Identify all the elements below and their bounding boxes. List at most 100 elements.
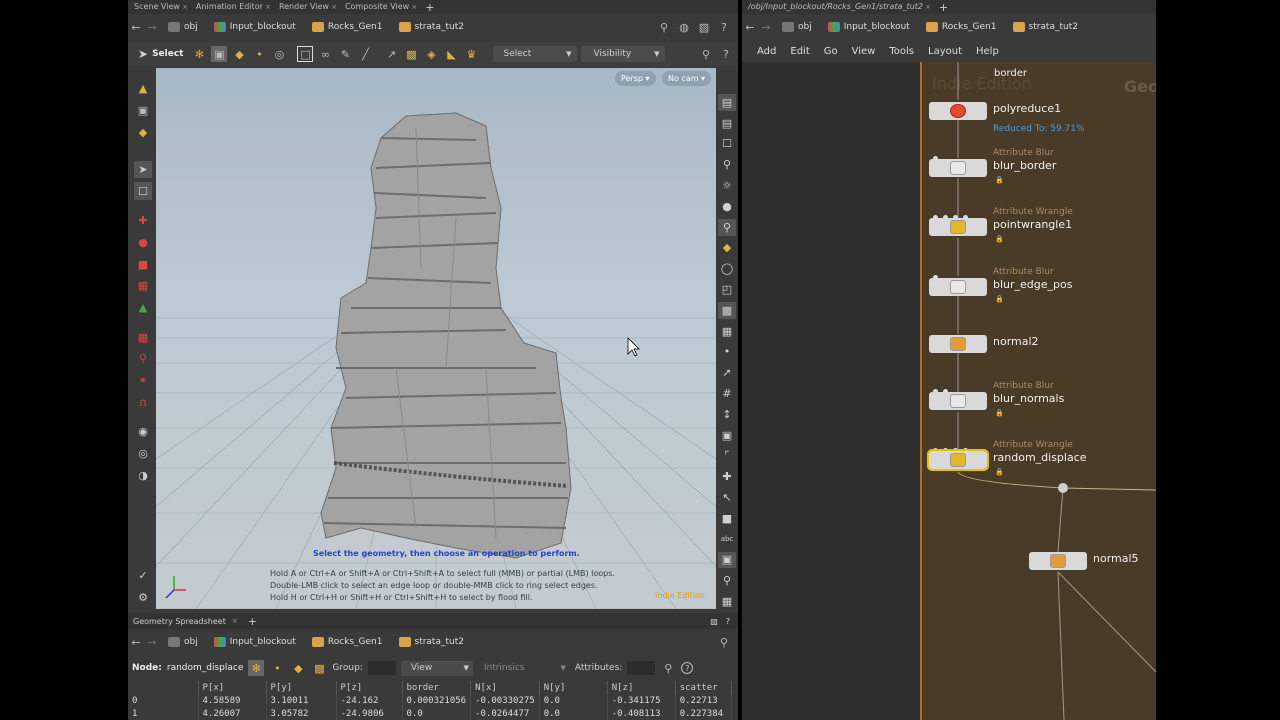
arrow-icon[interactable]: ↖ [718,489,736,506]
rect-select-icon[interactable]: □ [297,46,314,62]
rock-model[interactable] [320,112,572,559]
node-tile[interactable] [929,392,987,410]
grid-icon[interactable]: ▦ [134,328,152,346]
select-mode-icon[interactable]: ✻ [191,46,207,62]
rotate-icon[interactable]: ● [134,234,152,252]
breadcrumb-strata-tut2[interactable]: strata_tut2 [1005,17,1086,37]
select-whole-icon[interactable]: ◣ [443,46,459,62]
node-tile[interactable] [929,159,987,177]
visibility-dropdown[interactable]: Visibility ▼ [581,46,666,62]
node-blur-border[interactable]: Attribute Blur blur_border 🔒 [929,148,1056,184]
vectors-icon[interactable]: ↕ [718,406,736,423]
transform-icon[interactable]: ✚ [718,468,736,485]
tab-geometry-spreadsheet[interactable]: Geometry Spreadsheet [133,617,232,626]
vertices-mode-icon[interactable]: • [269,660,285,676]
breadcrumb-input-blockout[interactable]: Input_blockout [206,632,304,652]
crown-icon[interactable]: ♛ [463,46,479,62]
square-icon[interactable]: ■ [718,510,736,527]
table-row[interactable]: 1 4.26007 3.05782 -24.9806 0.0 -0.026447… [128,707,732,720]
node-blur-edge-pos[interactable]: Attribute Blur blur_edge_pos 🔒 [929,267,1072,303]
shade-icon[interactable]: ▤ [718,115,736,132]
menu-go[interactable]: Go [824,46,838,57]
select-tool-label[interactable]: Select [152,49,183,59]
lights-icon[interactable]: ☼ [718,177,736,194]
lock-icon[interactable]: ☐ [134,182,152,201]
node-tile-selected[interactable] [927,449,989,471]
points-icon[interactable]: • [718,344,736,361]
menu-help[interactable]: Help [976,46,999,57]
lock-icon[interactable]: ☐ [718,136,736,153]
select-arrow-icon[interactable]: ➤ [138,47,148,61]
pin-icon[interactable]: ⚲ [718,156,736,173]
light-icon[interactable]: ◑ [134,466,152,484]
node-tile[interactable] [929,218,987,236]
menu-edit[interactable]: Edit [790,46,809,57]
layout-icon[interactable]: ▧ [710,617,718,626]
gear-icon[interactable]: ⚙ [134,588,152,606]
view-icon[interactable]: ◉ [134,423,152,441]
primitive-icon[interactable]: ◆ [231,46,247,62]
menu-view[interactable]: View [852,46,876,57]
magnet-icon[interactable]: ∩ [134,393,152,411]
help-icon[interactable]: ? [681,662,694,674]
node-blur-normals[interactable]: Attribute Blur blur_normals 🔒 [929,381,1064,417]
node-tile[interactable] [929,335,987,353]
primitives-mode-icon[interactable]: ◆ [290,660,306,676]
node-polyreduce1[interactable]: polyreduce1 Reduced To: 59.71% [929,102,1085,134]
back-arrow-icon[interactable]: ← [742,19,758,35]
menu-add[interactable]: Add [757,46,776,57]
breadcrumb-input-blockout[interactable]: Input_blockout [820,17,918,37]
add-tab-icon[interactable]: + [248,615,257,628]
camera-icon[interactable]: ◎ [134,445,152,463]
ghost-icon[interactable]: ▣ [718,427,736,444]
pose-icon[interactable]: ▲ [134,299,152,317]
snapshot-icon[interactable]: ▣ [718,551,736,569]
forward-arrow-icon[interactable]: → [144,19,160,35]
group-field[interactable] [367,661,396,675]
texture-icon[interactable]: ▦ [718,323,736,340]
menu-tools[interactable]: Tools [889,46,914,57]
select-groups-icon[interactable]: ▩ [403,46,419,62]
breadcrumb-obj[interactable]: obj [160,17,206,37]
select-dropdown[interactable]: Select ▼ [493,46,578,62]
view-dropdown[interactable]: View ▼ [400,660,473,676]
breadcrumb-strata-tut2[interactable]: strata_tut2 [391,17,472,37]
shade-mode-icon[interactable]: ▩ [718,301,736,319]
breadcrumb-rocks-gen1[interactable]: Rocks_Gen1 [304,17,391,37]
pin-icon[interactable]: ⚲ [716,634,732,650]
layout-icon[interactable]: ▧ [696,19,712,35]
node-tile[interactable] [929,278,987,296]
move-icon[interactable]: ✚ [134,212,152,230]
sphere-icon[interactable]: ● [718,198,736,215]
select-box-icon[interactable]: ▣ [211,46,228,62]
link-icon[interactable]: ◍ [676,19,692,35]
breadcrumb-input-blockout[interactable]: Input_blockout [206,17,304,37]
paint-select-icon[interactable]: ✎ [337,46,353,62]
box-icon[interactable]: ▣ [134,102,152,120]
close-icon[interactable]: × [232,617,238,625]
forward-arrow-icon[interactable]: → [144,634,160,650]
3d-viewport[interactable]: Persp ▾ No cam ▾ Select the geometry, th… [156,68,716,609]
pin-icon[interactable]: ⚲ [656,19,672,35]
network-canvas[interactable]: Indie Edition Geo border polyreduce1 Red… [742,62,1156,720]
bulb-icon[interactable]: ◆ [718,240,736,257]
menu-layout[interactable]: Layout [928,46,962,57]
lasso-icon[interactable]: ∞ [317,46,333,62]
help-icon[interactable]: ? [718,46,734,62]
help-icon[interactable]: ? [726,617,730,626]
frame-icon[interactable]: ⌜ [718,448,736,465]
attributes-field[interactable] [627,661,656,675]
tab-animation-editor[interactable]: Animation Editor [190,0,273,14]
breadcrumb-rocks-gen1[interactable]: Rocks_Gen1 [304,632,391,652]
scale-icon[interactable]: ■ [134,255,152,273]
add-tab-icon[interactable]: + [419,1,440,14]
node-random-displace[interactable]: Attribute Wrangle random_displace 🔒 [927,440,1087,476]
tab-network-path[interactable]: /obj/Input_blockout/Rocks_Gen1/strata_tu… [742,0,933,14]
back-arrow-icon[interactable]: ← [128,634,144,650]
persp-menu-button[interactable]: Persp ▾ [615,71,656,86]
table-row[interactable]: 0 4.58589 3.10011 -24.162 0.000321056 -0… [128,694,732,707]
select-connected-icon[interactable]: ◈ [423,46,439,62]
scale-alt-icon[interactable]: ▦ [134,277,152,295]
object-icon[interactable]: ◎ [271,46,287,62]
snap-icon[interactable]: ⚲ [134,350,152,368]
